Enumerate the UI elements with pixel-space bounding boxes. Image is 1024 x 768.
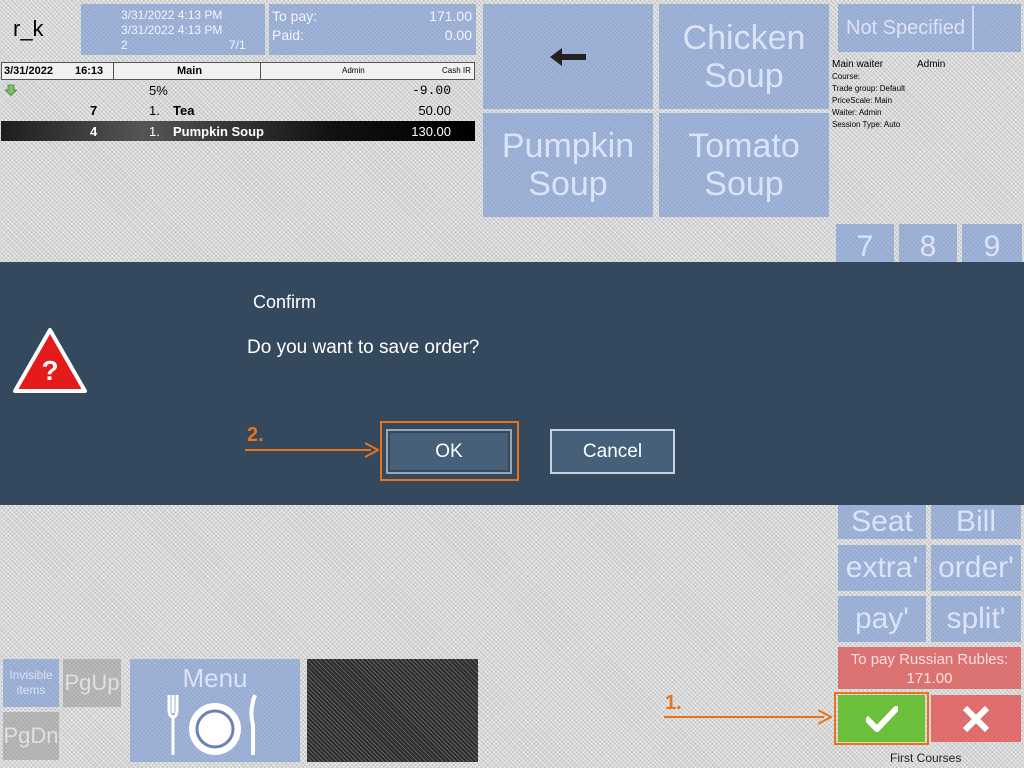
- cancel-button[interactable]: Cancel: [550, 429, 675, 474]
- menu-label: Menu: [182, 663, 248, 693]
- discount-percent: 5%: [149, 83, 168, 98]
- to-pay-value: 171.00: [429, 8, 472, 24]
- order-hall: Main: [177, 65, 203, 77]
- pay-button[interactable]: pay': [838, 596, 926, 642]
- order-header-row: 3/31/2022 16:13 Main Admin Cash IR: [1, 62, 475, 80]
- dialog-message: Do you want to save order?: [247, 337, 480, 358]
- back-arrow-icon: [550, 47, 586, 66]
- order-row-pumpkin-selected[interactable]: 4 1. Pumpkin Soup 130.00: [1, 121, 475, 141]
- order-info-table: 7/1: [229, 38, 246, 52]
- main-waiter-value: Admin: [917, 59, 946, 70]
- to-pay-rubles-value: 171.00: [906, 670, 953, 687]
- user-name: r_k: [13, 16, 44, 41]
- dialog-title: Confirm: [253, 292, 317, 312]
- confirm-save-button[interactable]: [838, 695, 925, 742]
- plate-icon: [167, 694, 257, 755]
- row-price: 130.00: [411, 124, 451, 139]
- info-course: Course:: [832, 72, 861, 81]
- step-1-arrow: [664, 716, 824, 718]
- menu-tile-tomato-soup[interactable]: Tomato Soup: [659, 113, 829, 217]
- back-button[interactable]: [483, 4, 653, 109]
- info-waiter: Waiter: Admin: [832, 108, 882, 117]
- empty-dark-tile: [307, 659, 478, 762]
- order-info-block[interactable]: 3/31/2022 4:13 PM 3/31/2022 4:13 PM 2 7/…: [81, 4, 265, 55]
- payment-summary: To pay: 171.00 Paid: 0.00: [269, 4, 476, 55]
- row-num: 1.: [149, 124, 160, 139]
- not-specified-label: Not Specified: [846, 16, 965, 39]
- main-waiter-label: Main waiter: [832, 59, 884, 70]
- paid-label: Paid:: [272, 27, 304, 43]
- not-specified-button[interactable]: Not Specified: [838, 4, 1021, 52]
- question-warning-icon: ?: [13, 328, 87, 393]
- extra-button[interactable]: extra': [838, 545, 926, 591]
- order-info-line2: 3/31/2022 4:13 PM: [121, 23, 223, 37]
- menu-tile-chicken-soup[interactable]: Chicken Soup: [659, 4, 829, 109]
- info-details: Main waiter Admin Course: Trade group: De…: [832, 59, 1022, 131]
- row-name: Tea: [173, 103, 195, 118]
- checkmark-icon: [865, 705, 898, 732]
- seat-button[interactable]: Seat: [838, 505, 926, 539]
- x-icon: [962, 705, 990, 732]
- footer-category: First Courses: [890, 751, 962, 765]
- info-trade-group: Trade group: Default: [832, 84, 906, 93]
- step-2-arrowhead-icon: [365, 442, 379, 458]
- discount-value: -9.00: [411, 83, 451, 98]
- to-pay-rubles-panel: To pay Russian Rubles: 171.00: [838, 647, 1021, 689]
- step-2-label: 2.: [247, 424, 264, 446]
- row-qty: 4: [90, 124, 98, 139]
- to-pay-rubles-label: To pay Russian Rubles:: [850, 651, 1009, 668]
- discount-arrow-icon: [4, 83, 18, 97]
- invisible-items-button[interactable]: Invisible items: [3, 659, 59, 707]
- row-num: 1.: [149, 103, 160, 118]
- split-button[interactable]: split': [931, 596, 1021, 642]
- order-info-line1: 3/31/2022 4:13 PM: [121, 8, 223, 22]
- step-1-label: 1.: [665, 692, 682, 714]
- order-info-guests: 2: [121, 38, 128, 52]
- row-name: Pumpkin Soup: [173, 124, 264, 139]
- order-time: 16:13: [75, 65, 104, 77]
- step-2-arrow: [245, 449, 371, 451]
- to-pay-label: To pay:: [272, 8, 318, 24]
- bill-button[interactable]: Bill: [931, 505, 1021, 539]
- ok-button[interactable]: OK: [386, 429, 512, 474]
- row-qty: 7: [90, 103, 98, 118]
- cancel-order-button[interactable]: [931, 695, 1021, 742]
- order-waiter: Admin: [342, 66, 365, 75]
- menu-button[interactable]: Menu: [130, 659, 300, 762]
- info-session-type: Session Type: Auto: [832, 120, 901, 129]
- step-1-arrowhead-icon: [818, 709, 832, 725]
- order-cash: Cash IR: [442, 66, 471, 75]
- order-row-tea[interactable]: 7 1. Tea 50.00: [1, 101, 475, 120]
- pgup-button[interactable]: PgUp: [63, 659, 121, 707]
- numpad-key-8[interactable]: 8: [899, 224, 957, 263]
- numpad-key-9[interactable]: 9: [962, 224, 1022, 263]
- order-date: 3/31/2022: [4, 65, 53, 77]
- numpad-key-7[interactable]: 7: [836, 224, 894, 263]
- order-button[interactable]: order': [931, 545, 1021, 591]
- paid-value: 0.00: [444, 27, 472, 43]
- svg-text:?: ?: [41, 355, 58, 386]
- row-price: 50.00: [418, 103, 451, 118]
- menu-tile-pumpkin-soup[interactable]: Pumpkin Soup: [483, 113, 653, 217]
- order-row-discount[interactable]: 5% -9.00: [1, 81, 475, 100]
- info-price-scale: PriceScale: Main: [832, 96, 893, 105]
- pgdn-button[interactable]: PgDn: [3, 712, 59, 760]
